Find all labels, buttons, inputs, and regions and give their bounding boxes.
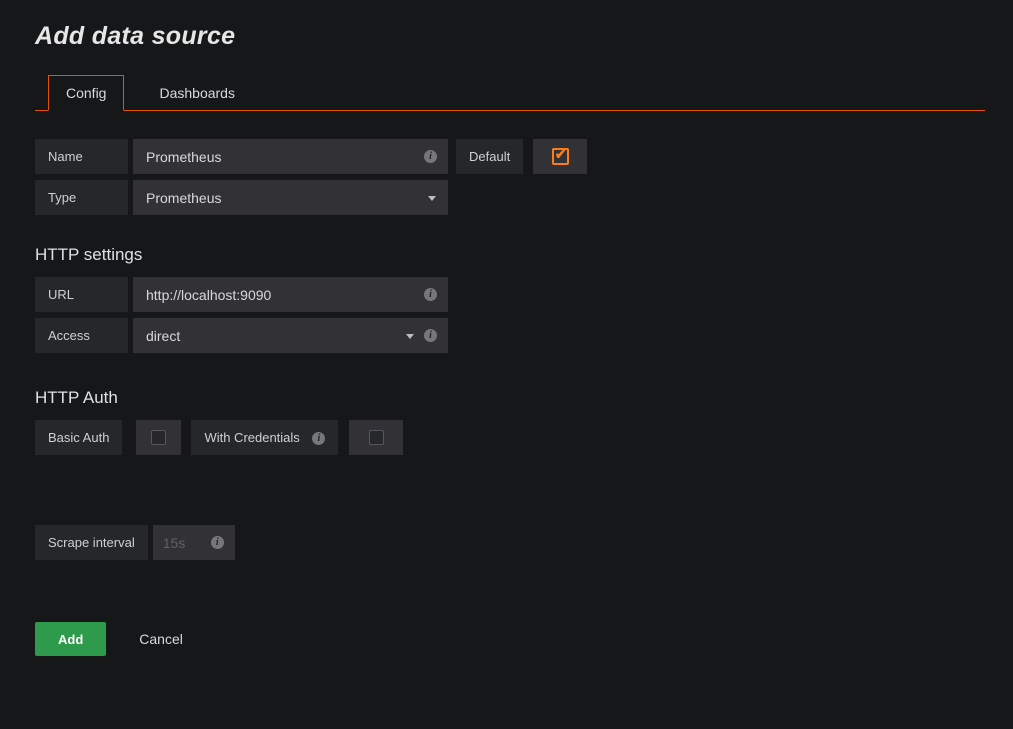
name-info-icon[interactable]: i xyxy=(424,150,437,163)
access-label: Access xyxy=(35,318,128,353)
with-credentials-checkbox[interactable] xyxy=(369,430,384,445)
with-credentials-label-text: With Credentials xyxy=(204,430,299,445)
auth-row: Basic Auth With Credentials i xyxy=(35,420,985,455)
basic-auth-checkbox-box xyxy=(136,420,181,455)
access-select[interactable]: direct i xyxy=(133,318,448,353)
with-credentials-label: With Credentials i xyxy=(191,420,338,455)
scrape-interval-input-wrapper: i xyxy=(153,525,235,560)
scrape-interval-input[interactable] xyxy=(163,525,209,560)
chevron-down-icon xyxy=(406,334,414,339)
chevron-down-icon xyxy=(428,196,436,201)
tab-dashboards[interactable]: Dashboards xyxy=(142,76,252,110)
url-info-icon[interactable]: i xyxy=(424,288,437,301)
cancel-button[interactable]: Cancel xyxy=(139,631,183,647)
http-settings-heading: HTTP settings xyxy=(35,245,985,265)
basic-auth-checkbox[interactable] xyxy=(151,430,166,445)
tab-bar: Config Dashboards xyxy=(35,75,985,111)
url-input[interactable] xyxy=(146,277,420,312)
url-label: URL xyxy=(35,277,128,312)
type-select[interactable]: Prometheus xyxy=(133,180,448,215)
default-checkbox-box xyxy=(533,139,587,174)
type-row: Type Prometheus xyxy=(35,180,985,215)
add-data-source-page: Add data source Config Dashboards Name i… xyxy=(0,0,1013,656)
add-button[interactable]: Add xyxy=(35,622,106,656)
name-row: Name i Default xyxy=(35,139,985,174)
default-label: Default xyxy=(456,139,523,174)
basic-auth-label: Basic Auth xyxy=(35,420,122,455)
name-input-wrapper: i xyxy=(133,139,448,174)
http-auth-heading: HTTP Auth xyxy=(35,388,985,408)
with-credentials-info-icon[interactable]: i xyxy=(312,432,325,445)
with-credentials-checkbox-box xyxy=(349,420,403,455)
tab-config[interactable]: Config xyxy=(48,75,124,111)
scrape-interval-info-icon[interactable]: i xyxy=(211,536,224,549)
page-title: Add data source xyxy=(35,22,985,51)
name-input[interactable] xyxy=(146,139,420,174)
access-info-icon[interactable]: i xyxy=(424,329,437,342)
url-input-wrapper: i xyxy=(133,277,448,312)
url-row: URL i xyxy=(35,277,985,312)
default-checkbox[interactable] xyxy=(552,148,569,165)
datasource-form: Name i Default Type Prometheus HTTP sett… xyxy=(35,139,985,656)
access-select-value: direct xyxy=(146,328,180,344)
type-label: Type xyxy=(35,180,128,215)
action-buttons: Add Cancel xyxy=(35,622,985,656)
type-select-value: Prometheus xyxy=(146,190,221,206)
access-row: Access direct i xyxy=(35,318,985,353)
scrape-interval-row: Scrape interval i xyxy=(35,525,985,560)
scrape-interval-label: Scrape interval xyxy=(35,525,148,560)
name-label: Name xyxy=(35,139,128,174)
